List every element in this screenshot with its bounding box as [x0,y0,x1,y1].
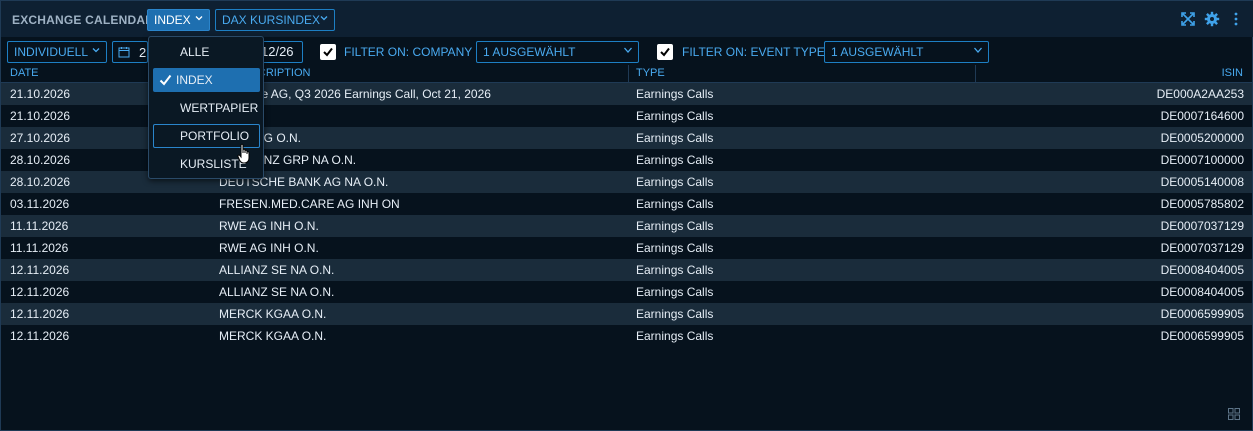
cell-date: 27.10.2026 [10,131,71,145]
date-end-value: 12/26 [261,44,294,59]
event-type-filter-checkbox[interactable] [657,44,673,60]
cell-isin: DE0007037129 [1160,241,1244,255]
menu-item-label: PORTFOLIO [180,129,250,143]
chevron-down-icon [320,16,328,21]
cell-description: RWE AG INH O.N. [219,241,319,255]
cell-type: Earnings Calls [636,329,714,343]
table-row[interactable]: 12.11.2026 ALLIANZ SE NA O.N. Earnings Cal… [1,259,1252,281]
cell-type: Earnings Calls [636,197,714,211]
cell-isin: DE0006599905 [1160,307,1244,321]
menu-item-index[interactable]: INDEX [153,68,260,92]
cell-description: ALLIANZ SE NA O.N. [219,285,335,299]
cell-isin: DE0007037129 [1160,219,1244,233]
kursindex-dropdown[interactable]: DAX KURSINDEX [215,9,335,31]
column-separator[interactable] [628,65,629,82]
cell-type: Earnings Calls [636,307,714,321]
date-start-value: 2 [139,45,147,60]
cell-date: 28.10.2026 [10,153,71,167]
checkmark-icon [323,47,333,57]
chevron-down-icon [92,48,100,53]
cell-type: Earnings Calls [636,285,714,299]
cell-isin: DE000A2AA253 [1156,87,1244,101]
cell-description: RWE AG INH O.N. [219,219,319,233]
column-header-isin[interactable]: ISIN [1222,67,1243,79]
cell-description: FRESEN.MED.CARE AG INH ON [219,197,400,211]
column-separator[interactable] [975,65,976,82]
cell-isin: DE0008404005 [1160,285,1244,299]
cell-date: 11.11.2026 [10,241,69,255]
table-row[interactable]: 11.11.2026 RWE AG INH O.N. Earnings Calls D… [1,215,1252,237]
cell-description: MERCK KGAA O.N. [219,329,327,343]
cell-type: Earnings Calls [636,131,714,145]
chevron-down-icon [624,47,632,53]
cell-type: Earnings Calls [636,109,714,123]
company-select-value: 1 AUSGEWÄHLT [483,45,576,59]
table-row[interactable]: 11.11.2026 RWE AG INH O.N. Earnings Calls D… [1,237,1252,259]
index-dropdown-label: INDEX [154,13,191,27]
chevron-down-icon [195,16,203,21]
menu-item-label: INDEX [176,73,213,87]
period-dropdown-label: INDIVIDUELL [14,45,89,59]
company-filter-checkbox[interactable] [320,44,336,60]
cell-isin: DE0007164600 [1160,109,1244,123]
chevron-down-icon [974,47,982,53]
app-window: EXCHANGE CALENDAR INDEX DAX KURSINDEX IN… [0,0,1253,431]
hand-cursor-icon [237,143,250,164]
date-start-field[interactable]: 2 [112,41,148,63]
menu-item-label: ALLE [180,45,210,59]
kursindex-dropdown-label: DAX KURSINDEX [222,13,321,27]
event-type-select-value: 1 AUSGEWÄHLT [831,45,924,59]
more-vert-icon[interactable] [1228,11,1244,27]
cell-date: 21.10.2026 [10,109,71,123]
app-title: EXCHANGE CALENDAR [12,13,155,27]
cell-date: 12.11.2026 [10,285,70,299]
cell-isin: DE0005140008 [1160,175,1244,189]
gear-icon[interactable] [1204,11,1220,27]
table-row[interactable]: 12.11.2026 ALLIANZ SE NA O.N. Earnings Cal… [1,281,1252,303]
cell-type: Earnings Calls [636,175,714,189]
cell-type: Earnings Calls [636,263,714,277]
index-dropdown[interactable]: INDEX [147,9,210,31]
table-row[interactable]: 03.11.2026 FRESEN.MED.CARE AG INH ON Earni… [1,193,1252,215]
cell-date: 12.11.2026 [10,329,70,343]
event-type-filter-label: FILTER ON: EVENT TYPE [682,45,825,59]
cell-type: Earnings Calls [636,153,714,167]
cell-date: 28.10.2026 [10,175,71,189]
header-icons [1180,11,1244,27]
table-row[interactable]: 12.11.2026 MERCK KGAA O.N. Earnings Calls D… [1,303,1252,325]
cell-date: 03.11.2026 [10,197,70,211]
cell-description: MERCK KGAA O.N. [219,307,327,321]
cell-date: 12.11.2026 [10,263,70,277]
cell-date: 11.11.2026 [10,219,69,233]
grid-icon[interactable] [1228,408,1240,420]
column-header-date[interactable]: DATE [10,67,39,79]
checkmark-icon [660,47,670,57]
cell-date: 12.11.2026 [10,307,70,321]
cell-type: Earnings Calls [636,241,714,255]
company-select[interactable]: 1 AUSGEWÄHLT [476,41,639,63]
company-filter-label: FILTER ON: COMPANY [344,45,473,59]
cell-description: ALLIANZ SE NA O.N. [219,263,335,277]
cell-isin: DE0006599905 [1160,329,1244,343]
cell-isin: DE0008404005 [1160,263,1244,277]
date-end-field[interactable]: 12/26 [261,41,303,63]
column-header-type[interactable]: TYPE [636,67,665,79]
checkmark-icon [159,74,172,86]
cell-type: Earnings Calls [636,219,714,233]
cell-isin: DE0005200000 [1160,131,1244,145]
cell-date: 21.10.2026 [10,87,71,101]
menu-item-alle[interactable]: ALLE [153,40,260,64]
calendar-icon [118,47,130,58]
cell-isin: DE0007100000 [1160,153,1244,167]
expand-icon[interactable] [1180,11,1196,27]
event-type-select[interactable]: 1 AUSGEWÄHLT [824,41,989,63]
table-row[interactable]: 12.11.2026 MERCK KGAA O.N. Earnings Calls D… [1,325,1252,347]
header-bar: EXCHANGE CALENDAR INDEX DAX KURSINDEX [1,1,1253,37]
cell-isin: DE0005785802 [1160,197,1244,211]
menu-item-label: WERTPAPIER [180,101,259,115]
menu-item-wertpapier[interactable]: WERTPAPIER [153,96,260,120]
period-dropdown[interactable]: INDIVIDUELL [7,41,107,63]
cell-type: Earnings Calls [636,87,714,101]
